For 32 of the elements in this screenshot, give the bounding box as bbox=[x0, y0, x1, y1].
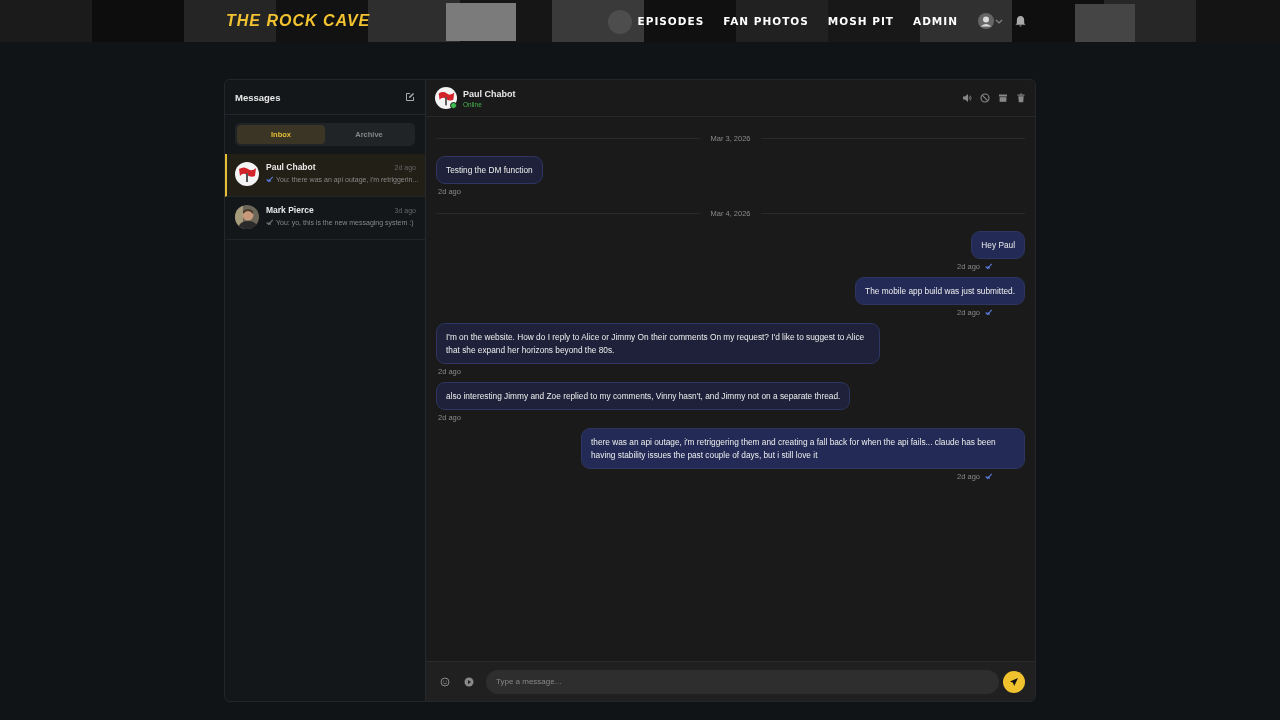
message-bubble: there was an api outage, i'm retriggering them and creating a fall back for when the api fails... claude has been having stability issues the past couple of days, but i still love it bbox=[581, 428, 1025, 469]
nav-link[interactable]: ADMIN bbox=[913, 13, 958, 29]
message-bubble: I'm on the website. How do I reply to Alice or Jimmy On their comments On my request? I'd like to suggest to Alice that she expand her horizons beyond the 80s. bbox=[436, 323, 880, 364]
paper-plane-icon bbox=[1009, 676, 1019, 687]
contact-name: Mark Pierce bbox=[266, 205, 314, 215]
double-check-icon bbox=[985, 473, 993, 480]
speaker-icon[interactable] bbox=[962, 93, 972, 103]
panel-title: Messages bbox=[235, 91, 281, 103]
emoji-icon[interactable] bbox=[440, 676, 450, 687]
send-button[interactable] bbox=[1003, 670, 1025, 693]
compose-icon[interactable] bbox=[405, 92, 415, 102]
double-check-icon bbox=[985, 309, 993, 316]
message-bubble: also interesting Jimmy and Zoe replied to my comments, Vinny hasn't, and Jimmy not on a separate thread. bbox=[436, 382, 851, 410]
chevron-down-icon[interactable] bbox=[995, 17, 1003, 25]
block-icon[interactable] bbox=[980, 93, 990, 103]
trash-icon[interactable] bbox=[1016, 93, 1026, 103]
nav-link[interactable]: EPISODES bbox=[637, 13, 705, 29]
notification-bell-icon[interactable] bbox=[1015, 15, 1026, 27]
contact-name: Paul Chabot bbox=[266, 162, 316, 172]
message-bubble: Hey Paul bbox=[971, 231, 1025, 259]
flag-avatar-icon bbox=[235, 162, 259, 186]
contact-name: Paul Chabot bbox=[463, 88, 516, 99]
play-circle-icon[interactable] bbox=[464, 676, 474, 687]
message-input[interactable]: Type a message... bbox=[486, 669, 999, 694]
message-bubble: Testing the DM function bbox=[436, 156, 543, 184]
user-avatar-icon[interactable] bbox=[978, 13, 994, 29]
nav-link[interactable]: FAN PHOTOS bbox=[723, 13, 809, 29]
archive-icon[interactable] bbox=[998, 93, 1008, 103]
site-logo[interactable]: THE ROCK CAVE bbox=[226, 12, 371, 30]
double-check-icon bbox=[985, 263, 993, 270]
message-bubble: The mobile app build was just submitted. bbox=[855, 277, 1025, 305]
flag-avatar-icon bbox=[435, 87, 457, 109]
